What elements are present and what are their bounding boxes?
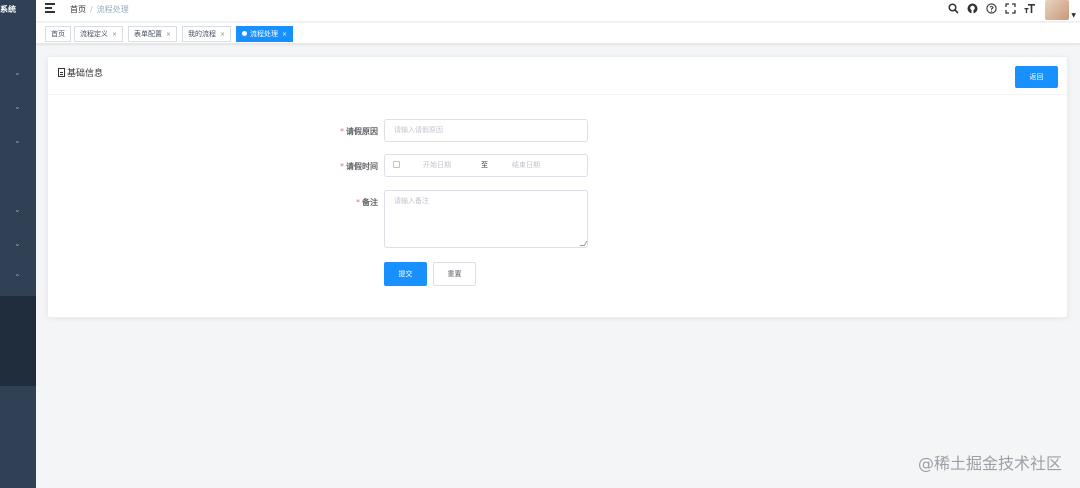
tag-label: 流程定义 — [80, 30, 108, 38]
fullscreen-icon[interactable] — [1004, 2, 1017, 15]
chevron-down-icon[interactable]: ⌄ — [14, 205, 21, 214]
watermark: @稀土掘金技术社区 — [917, 454, 1062, 473]
start-date-placeholder[interactable]: 开始日期 — [423, 160, 451, 170]
sidebar-submenu — [0, 296, 36, 386]
reset-button[interactable]: 重置 — [433, 262, 476, 286]
card-title-text: 基础信息 — [67, 69, 104, 79]
time-label-text: 请假时间 — [346, 162, 378, 171]
card-title: 基础信息 — [58, 66, 103, 79]
submit-button[interactable]: 提交 — [384, 262, 427, 286]
required-mark: * — [340, 162, 344, 171]
remark-label: * 备注 — [318, 197, 378, 208]
tag-label: 我的流程 — [188, 30, 216, 38]
remark-textarea[interactable]: 请输入备注 — [384, 190, 588, 248]
date-range-separator: 至 — [481, 161, 488, 169]
tags-view: 首页 流程定义 × 表单配置 × 我的流程 × 流程处理 × — [36, 23, 1080, 44]
hamburger-icon[interactable] — [45, 3, 55, 13]
back-button[interactable]: 返回 — [1015, 66, 1058, 88]
navbar-icons — [947, 2, 1036, 15]
close-icon[interactable]: × — [112, 31, 117, 38]
time-label: * 请假时间 — [318, 161, 378, 172]
tag-form-config[interactable]: 表单配置 × — [128, 26, 178, 42]
github-icon[interactable] — [966, 2, 979, 15]
tag-label: 表单配置 — [134, 30, 162, 38]
chevron-up-icon[interactable]: ⌃ — [14, 273, 21, 282]
tag-home[interactable]: 首页 — [45, 26, 71, 42]
breadcrumb: 首页 / 流程处理 — [70, 4, 129, 15]
font-size-icon[interactable] — [1023, 2, 1036, 15]
tag-process-definition[interactable]: 流程定义 × — [74, 26, 124, 42]
chevron-down-icon[interactable]: ⌄ — [14, 68, 21, 77]
close-icon[interactable]: × — [166, 31, 171, 38]
reason-label-text: 请假原因 — [346, 127, 378, 136]
reason-placeholder: 请输入请假原因 — [394, 126, 443, 134]
resize-handle-icon[interactable] — [579, 241, 588, 246]
chevron-down-icon[interactable]: ⌄ — [14, 239, 21, 248]
card-header: 基础信息 返回 — [48, 57, 1067, 95]
navbar: 首页 / 流程处理 ▼ — [36, 0, 1080, 22]
close-icon[interactable]: × — [220, 31, 225, 38]
remark-label-text: 备注 — [362, 198, 378, 207]
document-icon — [58, 68, 65, 77]
breadcrumb-home[interactable]: 首页 — [70, 5, 86, 14]
chevron-down-icon[interactable]: ⌄ — [14, 136, 21, 145]
remark-placeholder: 请输入备注 — [394, 197, 429, 205]
question-icon[interactable] — [985, 2, 998, 15]
close-icon[interactable]: × — [282, 31, 287, 38]
tag-process-handle[interactable]: 流程处理 × — [236, 26, 294, 42]
breadcrumb-current: 流程处理 — [96, 5, 129, 14]
sidebar-title: 系统 — [0, 5, 16, 14]
end-date-placeholder[interactable]: 结束日期 — [512, 160, 540, 170]
calendar-icon — [393, 161, 400, 168]
breadcrumb-separator: / — [90, 5, 93, 14]
required-mark: * — [356, 198, 360, 207]
active-dot-icon — [242, 30, 247, 36]
reason-label: * 请假原因 — [318, 126, 378, 137]
chevron-down-icon[interactable]: ⌄ — [14, 102, 21, 111]
reason-input[interactable]: 请输入请假原因 — [384, 119, 588, 142]
search-icon[interactable] — [947, 2, 960, 15]
sidebar: 系统 ⌄ ⌄ ⌄ ⌄ ⌄ ⌃ — [0, 0, 36, 488]
caret-down-icon[interactable]: ▼ — [1071, 12, 1076, 19]
date-range-picker[interactable]: 开始日期 至 结束日期 — [384, 154, 588, 177]
avatar[interactable] — [1045, 0, 1069, 20]
required-mark: * — [340, 127, 344, 136]
basic-info-card: 基础信息 返回 * 请假原因 请输入请假原因 * 请假时间 开始日期 至 结束日期 … — [47, 56, 1068, 318]
tag-label: 首页 — [51, 30, 65, 38]
tag-my-process[interactable]: 我的流程 × — [182, 26, 232, 42]
tag-label: 流程处理 — [250, 30, 278, 38]
